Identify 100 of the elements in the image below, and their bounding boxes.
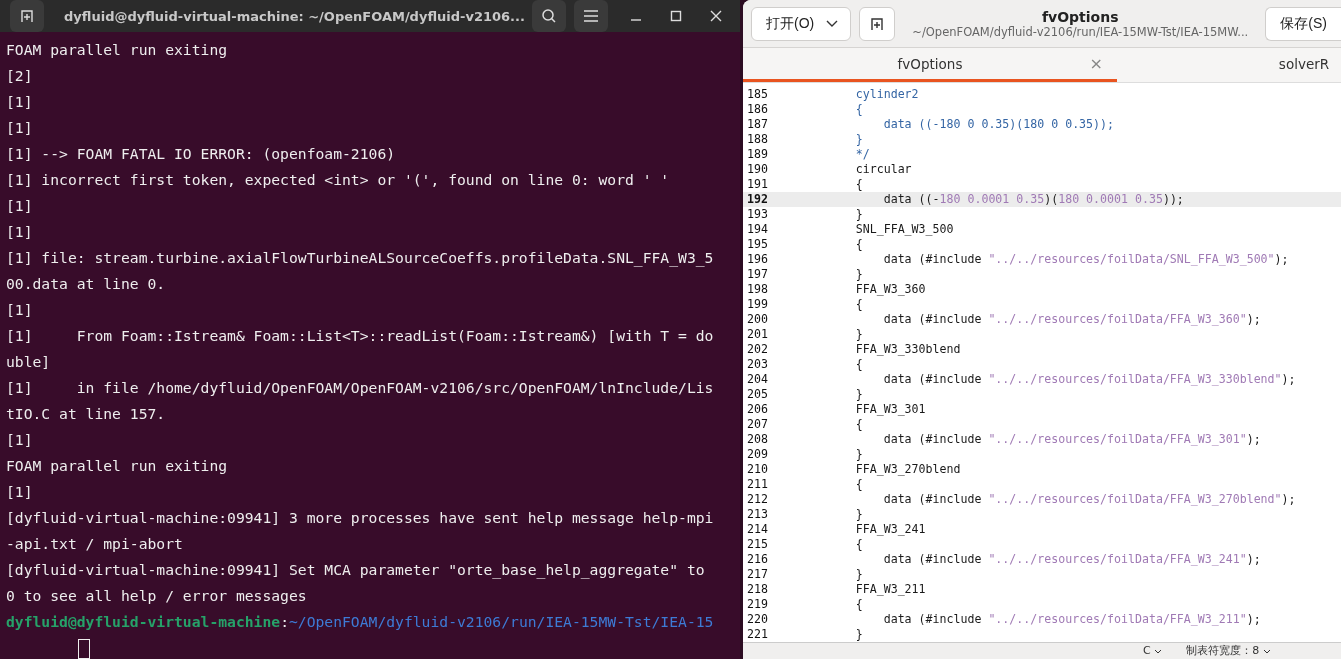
line-number: 213: [746, 507, 769, 523]
code-line: data ((-180 0.0001 0.35)(180 0.0001 0.35));: [882, 192, 1184, 208]
code-line: data (#include "../../resources/foilData/FFA_W3_211");: [882, 612, 1261, 628]
terminal-line: [1]: [6, 222, 34, 242]
line-number: 206: [746, 402, 769, 418]
line-number: 212: [746, 492, 769, 508]
line-number: 201: [746, 327, 769, 343]
code-line: data (#include "../../resources/foilData/FFA_W3_270blend");: [882, 492, 1296, 508]
window-title: fvOptions: [1041, 8, 1120, 25]
line-number: 211: [746, 477, 769, 493]
line-number: 215: [746, 537, 769, 553]
line-number: 198: [746, 282, 769, 298]
line-number: 204: [746, 372, 769, 388]
code-line: SNL_FFA_W3_500: [854, 222, 954, 238]
language-selector[interactable]: C: [1143, 643, 1163, 659]
terminal-line: tIO.C at line 157.: [6, 404, 167, 424]
open-button[interactable]: 打开(O): [751, 6, 852, 41]
terminal-line: [2]: [6, 66, 34, 86]
terminal-line: [1] From Foam::Istream& Foam::List<T>::readList(Foam::Istream&) [with T = do: [6, 326, 715, 346]
code-line: data (#include "../../resources/foilData/SNL_FFA_W3_500");: [882, 252, 1289, 268]
line-number: 191: [746, 177, 769, 193]
file-tab[interactable]: solverR: [1117, 48, 1341, 83]
line-number: 194: [746, 222, 769, 238]
code-line: cylinder2: [854, 87, 919, 103]
line-number: 208: [746, 432, 769, 448]
code-line: FFA_W3_330blend: [854, 342, 961, 358]
terminal-line: FOAM parallel run exiting: [6, 456, 229, 476]
terminal-line: [dyfluid-virtual-machine:09941] Set MCA parameter "orte_base_help_aggregate" to: [6, 560, 706, 581]
file-path: ~/OpenFOAM/dyfluid-v2106/run/IEA-15MW-Tst/IEA-15MW...: [911, 24, 1250, 39]
code-line: }: [854, 507, 863, 523]
prompt-path: ~/OpenFOAM/dyfluid-v2106/run/IEA-15MW-Tst/IEA-15: [288, 613, 714, 630]
code-line: {: [854, 537, 863, 553]
code-line: FFA_W3_270blend: [854, 462, 961, 478]
code-line: FFA_W3_241: [854, 522, 926, 538]
code-line: data ((-180 0 0.35)(180 0 0.35));: [882, 117, 1115, 133]
line-number: 216: [746, 552, 769, 568]
code-line: }: [854, 267, 863, 283]
code-line: FFA_W3_360: [854, 282, 926, 298]
line-number: 190: [746, 162, 769, 178]
terminal-line: [1]: [6, 118, 34, 138]
code-line: }: [854, 447, 863, 463]
code-line: }: [854, 327, 863, 343]
terminal-line: [1] incorrect first token, expected <int> or '(', found on line 0: word ' ': [6, 170, 671, 190]
line-number: 200: [746, 312, 769, 328]
code-line: {: [854, 102, 863, 118]
tab-label: solverR: [1278, 55, 1330, 72]
code-line: }: [854, 387, 863, 403]
code-line: FFA_W3_301: [854, 402, 926, 418]
line-number: 218: [746, 582, 769, 598]
tab-label: fvOptions: [897, 55, 963, 72]
line-number: 197: [746, 267, 769, 283]
terminal-line: 00.data at line 0.: [6, 274, 167, 294]
code-line: }: [854, 567, 863, 583]
file-tab[interactable]: fvOptions ×: [743, 48, 1117, 83]
terminal-line: [1]: [6, 430, 34, 450]
line-number: 214: [746, 522, 769, 538]
line-number: 210: [746, 462, 769, 478]
code-line: {: [854, 297, 863, 313]
terminal-line: [1]: [6, 300, 34, 320]
line-number: 189: [746, 147, 769, 163]
terminal-line: [1]: [6, 92, 34, 112]
code-line: }: [854, 207, 863, 223]
code-line: data (#include "../../resources/foilData/FFA_W3_301");: [882, 432, 1261, 448]
prompt-separator: :: [280, 613, 289, 630]
line-number: 217: [746, 567, 769, 583]
terminal-line: [1] in file /home/dyfluid/OpenFOAM/OpenFOAM-v2106/src/OpenFOAM/lnInclude/Lis: [6, 378, 715, 398]
line-number: 219: [746, 597, 769, 613]
terminal-line: [1] file: stream.turbine.axialFlowTurbineALSourceCoeffs.profileData.SNL_FFA_W3_5: [6, 248, 715, 269]
line-number: 205: [746, 387, 769, 403]
line-number: 207: [746, 417, 769, 433]
code-line: {: [854, 357, 863, 373]
terminal-line: [1]: [6, 482, 34, 502]
tab-width-selector[interactable]: 制表符宽度：8: [1186, 643, 1271, 659]
terminal-line: uble]: [6, 352, 52, 372]
code-line: data (#include "../../resources/foilData/FFA_W3_330blend");: [882, 372, 1296, 388]
code-line: {: [854, 597, 863, 613]
line-number: 195: [746, 237, 769, 253]
terminal-line: [1] --> FOAM FATAL IO ERROR: (openfoam-2106): [6, 144, 397, 164]
code-line: {: [854, 417, 863, 433]
line-number: 221: [746, 627, 769, 643]
code-line: circular: [854, 162, 912, 178]
code-line: {: [854, 237, 863, 253]
terminal-line: [dyfluid-virtual-machine:09941] 3 more processes have sent help message help-mpi: [6, 508, 715, 528]
line-number: 209: [746, 447, 769, 463]
terminal-line: 0 to see all help / error messages: [6, 586, 308, 606]
line-number: 193: [746, 207, 769, 223]
code-line: }: [854, 627, 863, 643]
terminal-line: -api.txt / mpi-abort: [6, 534, 184, 554]
code-line: {: [854, 477, 863, 493]
line-number: 199: [746, 297, 769, 313]
line-number: 220: [746, 612, 769, 628]
save-button[interactable]: 保存(S): [1265, 6, 1341, 41]
line-number: 203: [746, 357, 769, 373]
terminal-line: [1]: [6, 196, 34, 216]
window-title: dyfluid@dyfluid-virtual-machine: ~/OpenFOAM/dyfluid-v2106...: [63, 8, 524, 24]
line-number: 192: [746, 192, 769, 208]
code-line: FFA_W3_211: [854, 582, 926, 598]
code-line: }: [854, 132, 863, 148]
code-line: data (#include "../../resources/foilData/FFA_W3_241");: [882, 552, 1261, 568]
prompt-user: dyfluid@dyfluid-virtual-machine: [6, 613, 281, 630]
